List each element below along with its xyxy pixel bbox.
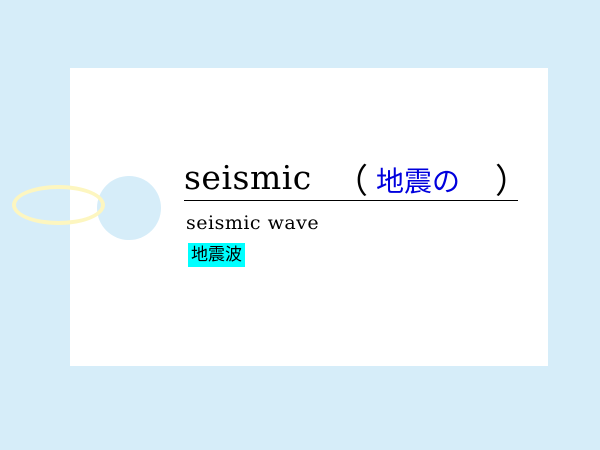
example-translation: 地震波	[188, 243, 245, 267]
open-parenthesis: （	[334, 162, 368, 202]
headword: seismic	[184, 158, 312, 197]
japanese-meaning: 地震の	[376, 165, 461, 198]
headword-row: seismic （ 地震の ）	[184, 154, 529, 202]
card-ring-string	[12, 185, 105, 225]
card-hole	[97, 176, 161, 240]
example-phrase: seismic wave	[186, 212, 320, 234]
close-parenthesis: ）	[495, 162, 529, 202]
